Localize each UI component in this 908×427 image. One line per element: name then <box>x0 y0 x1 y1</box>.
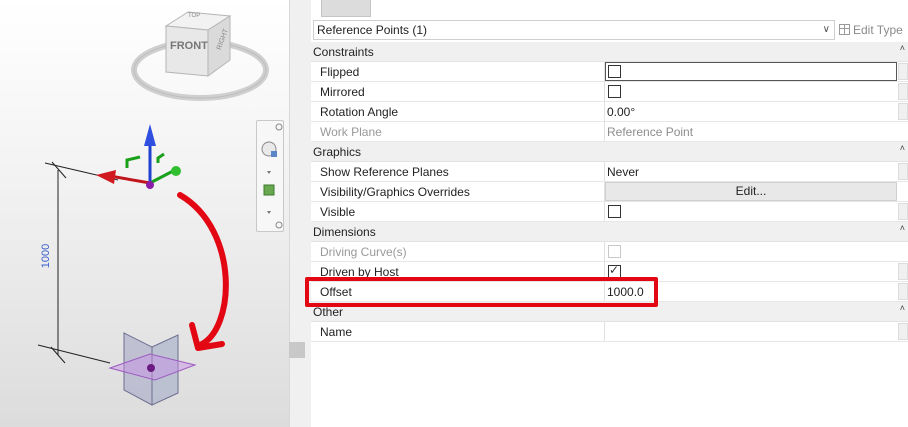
collapse-icon[interactable]: ˄ <box>900 223 905 233</box>
zoom-icon <box>263 184 275 196</box>
group-label: Dimensions <box>313 225 376 239</box>
show-reference-planes-field[interactable]: Never <box>604 162 896 181</box>
property-row-name: Name <box>311 322 908 342</box>
row-edge-button[interactable] <box>898 83 908 100</box>
type-selector-dropdown[interactable]: Reference Points (1) ∨ <box>313 20 835 40</box>
property-label: Mirrored <box>320 85 365 99</box>
property-row-visibility-overrides: Visibility/Graphics Overrides Edit... <box>311 182 908 202</box>
3d-viewport[interactable]: TOP FRONT RIGHT 1000 <box>0 0 289 427</box>
property-label: Work Plane <box>320 125 382 139</box>
property-row-show-reference-planes: Show Reference Planes Never <box>311 162 908 182</box>
edit-type-icon <box>839 24 850 35</box>
driving-curves-checkbox <box>608 245 621 258</box>
property-row-rotation-angle: Rotation Angle 0.00° <box>311 102 908 122</box>
property-label: Name <box>320 325 353 339</box>
property-value[interactable] <box>604 202 896 221</box>
row-edge-button[interactable] <box>898 103 908 120</box>
edit-type-label: Edit Type <box>853 23 903 37</box>
row-edge-button[interactable] <box>898 163 908 180</box>
group-dimensions[interactable]: Dimensions ˄ <box>311 222 908 242</box>
work-plane-field: Reference Point <box>604 122 896 141</box>
property-label: Flipped <box>320 65 360 79</box>
offset-highlight-box <box>305 277 658 307</box>
navigation-bar[interactable] <box>256 120 284 232</box>
type-selector-row: Reference Points (1) ∨ Edit Type <box>311 20 908 40</box>
reference-point-offset <box>147 364 155 372</box>
type-selector-value: Reference Points (1) <box>317 23 428 37</box>
group-graphics[interactable]: Graphics ˄ <box>311 142 908 162</box>
flipped-checkbox[interactable] <box>608 65 621 78</box>
name-field[interactable] <box>604 322 896 341</box>
property-value-text: Reference Point <box>607 125 694 139</box>
group-label: Constraints <box>313 45 374 59</box>
property-label: Rotation Angle <box>320 105 399 119</box>
row-edge-button[interactable] <box>898 323 908 340</box>
close-icon <box>275 123 283 131</box>
viewport-graphics <box>37 11 269 406</box>
group-constraints[interactable]: Constraints ˄ <box>311 42 908 62</box>
group-label: Other <box>313 305 344 319</box>
annotation-arrow <box>177 192 229 348</box>
checkmark-icon: ✓ <box>609 263 620 277</box>
property-value <box>604 242 896 261</box>
row-edge-button[interactable] <box>898 203 908 220</box>
chevron-down-icon <box>267 171 271 174</box>
row-edge-button[interactable] <box>898 263 908 280</box>
edit-overrides-button[interactable]: Edit... <box>605 182 897 201</box>
property-row-mirrored: Mirrored <box>311 82 908 102</box>
visible-checkbox[interactable] <box>608 205 621 218</box>
row-edge-button[interactable] <box>898 283 908 300</box>
property-value-text: 0.00° <box>607 105 636 119</box>
chevron-down-icon[interactable]: ∨ <box>823 21 830 39</box>
viewcube-top-label[interactable]: TOP <box>188 13 200 19</box>
mirrored-checkbox[interactable] <box>608 85 621 98</box>
property-row-visible: Visible <box>311 202 908 222</box>
collapse-icon[interactable]: ˄ <box>900 143 905 153</box>
property-value[interactable] <box>604 62 897 81</box>
property-value[interactable] <box>604 82 896 101</box>
property-label: Show Reference Planes <box>320 165 449 179</box>
edit-type-button[interactable]: Edit Type <box>839 20 903 40</box>
properties-palette: Reference Points (1) ∨ Edit Type Constra… <box>311 0 908 427</box>
collapse-icon[interactable]: ˄ <box>900 43 905 53</box>
type-preview-tab <box>321 0 371 17</box>
focus-outline <box>605 62 897 81</box>
reference-point <box>146 181 154 189</box>
property-value-text: Never <box>607 165 640 179</box>
viewcube-front-label[interactable]: FRONT <box>170 40 208 52</box>
property-row-driving-curves: Driving Curve(s) <box>311 242 908 262</box>
dimension-label: 1000 <box>40 243 53 269</box>
property-label: Visibility/Graphics Overrides <box>320 185 470 199</box>
collapse-icon[interactable]: ˄ <box>900 303 905 313</box>
panel-divider[interactable] <box>289 0 312 427</box>
property-label: Visible <box>320 205 356 219</box>
rotation-angle-field[interactable]: 0.00° <box>604 102 896 121</box>
group-label: Graphics <box>313 145 362 159</box>
property-value: Edit... <box>604 182 897 201</box>
property-row-work-plane: Work Plane Reference Point <box>311 122 908 142</box>
split-handle[interactable] <box>289 342 305 358</box>
property-row-flipped: Flipped <box>311 62 908 82</box>
property-label: Driving Curve(s) <box>320 245 407 259</box>
row-edge-button[interactable] <box>898 63 908 80</box>
